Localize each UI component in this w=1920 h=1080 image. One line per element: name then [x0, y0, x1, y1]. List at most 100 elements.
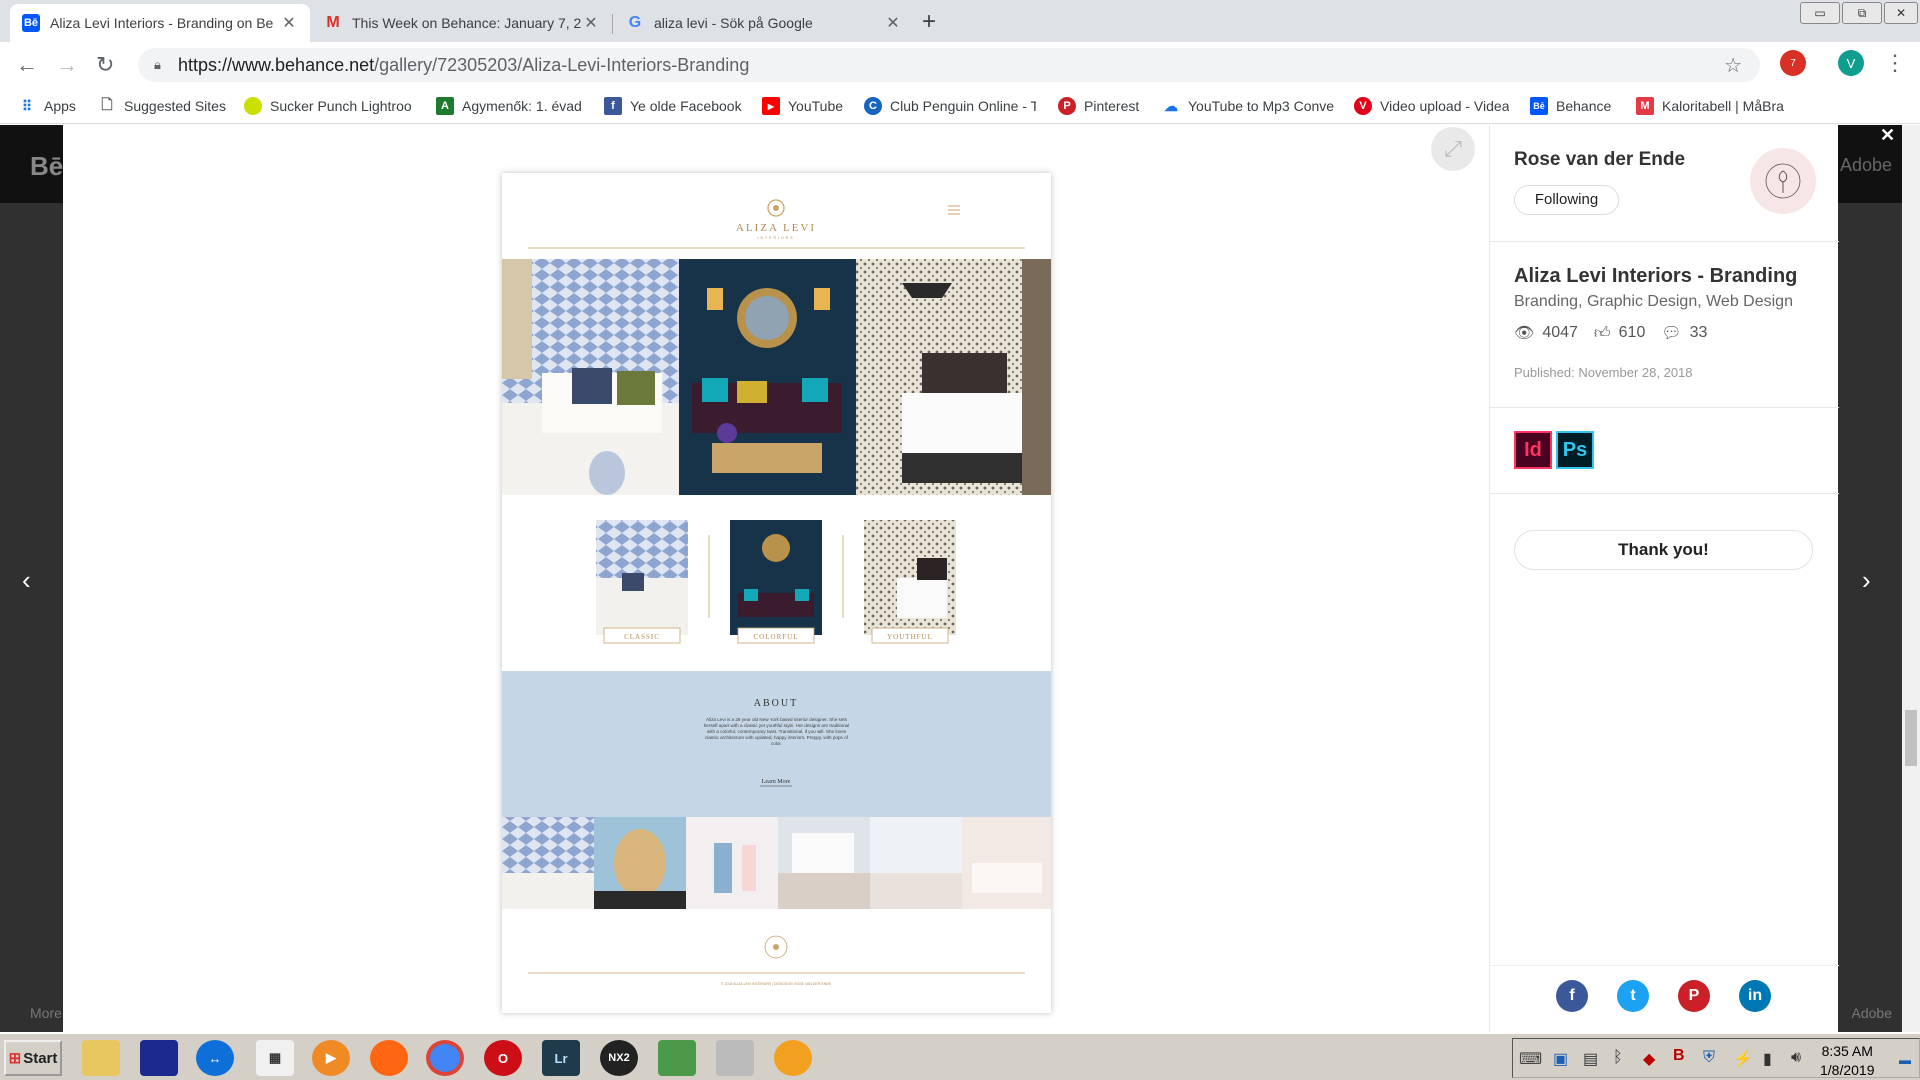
antivirus-icon[interactable]: ◆ — [1643, 1049, 1655, 1069]
notification-icon[interactable]: ▬ — [1899, 1053, 1911, 1067]
display-icon[interactable]: ▤ — [1583, 1049, 1598, 1069]
bookmark-club-penguin[interactable]: C Club Penguin Online - T — [864, 97, 1036, 115]
bookmark-pinterest[interactable]: P Pinterest — [1058, 97, 1139, 115]
windows-taskbar: ⊞ Start ↔ ▦ ▶ O Lr NX2 ⌨ ▣ ▤ ᛒ ◆ B ⛨ ⚡ ▮ … — [0, 1032, 1920, 1080]
appreciations-count: 610 — [1618, 324, 1646, 341]
bookmark-apps[interactable]: ⠿ Apps — [18, 97, 76, 115]
thank-you-button[interactable]: Thank you! — [1514, 530, 1813, 570]
start-button[interactable]: ⊞ Start — [4, 1040, 62, 1076]
previous-project-arrow-icon[interactable]: ‹ — [22, 565, 31, 596]
bookmark-label: Behance — [1556, 98, 1612, 114]
volume-icon[interactable]: 🔊︎ — [1791, 1049, 1801, 1067]
project-modal: ⤢ ALIZA LEVI INTERIORS CLASSIC COLORFUL … — [63, 125, 1839, 1032]
bookmark-agymenok[interactable]: A Agymenők: 1. évad — [436, 97, 582, 115]
image-viewer-icon[interactable] — [658, 1040, 696, 1076]
bookmark-mabra[interactable]: M Kaloritabell | MåBra — [1636, 97, 1784, 115]
bookmark-behance[interactable]: Bē Behance — [1530, 97, 1611, 115]
adobe-footer-link: Adobe — [1851, 1005, 1892, 1021]
published-date: Published: November 28, 2018 — [1514, 365, 1693, 380]
twitter-share-icon[interactable]: t — [1617, 980, 1649, 1012]
teamviewer-icon[interactable]: ↔ — [196, 1040, 234, 1076]
clock-date: 1/8/2019 — [1820, 1062, 1875, 1078]
project-fields[interactable]: Branding, Graphic Design, Web Design — [1514, 293, 1793, 311]
reload-icon[interactable]: ↻ — [96, 52, 114, 78]
signal-icon[interactable]: ▮ — [1763, 1049, 1772, 1069]
profile-avatar[interactable]: V — [1838, 50, 1864, 76]
linkedin-share-icon[interactable]: in — [1739, 980, 1771, 1012]
close-modal-icon[interactable]: ✕ — [1880, 125, 1895, 146]
following-button[interactable]: Following — [1514, 185, 1619, 215]
power-icon[interactable]: ⚡ — [1733, 1049, 1753, 1069]
url-host: https://www.behance.net — [178, 55, 375, 75]
learn-more-link: Learn More — [762, 779, 791, 785]
back-arrow-icon[interactable]: ← — [16, 52, 38, 78]
apps-grid-icon: ⠿ — [21, 97, 33, 114]
system-clock[interactable]: 8:35 AM 1/8/2019 — [1820, 1042, 1875, 1080]
media-player-icon[interactable]: ▶ — [312, 1040, 350, 1076]
new-tab-button[interactable]: + — [922, 8, 936, 36]
save-floppy-icon[interactable] — [140, 1040, 178, 1076]
bookmark-videa[interactable]: V Video upload - Videa — [1354, 97, 1509, 115]
website-mockup-graphic: ALIZA LEVI INTERIORS CLASSIC COLORFUL YO… — [502, 199, 1051, 986]
indesign-icon[interactable]: Id — [1514, 431, 1552, 469]
extension-icon[interactable]: 7 — [1780, 50, 1806, 76]
bookmark-sucker-punch[interactable]: Sucker Punch Lightroo — [244, 97, 416, 115]
minimize-button[interactable]: ▭ — [1800, 2, 1840, 24]
address-bar[interactable]: 🔒︎ https://www.behance.net/gallery/72305… — [138, 48, 1760, 82]
close-window-button[interactable]: ✕ — [1884, 2, 1918, 24]
keyboard-icon[interactable]: ⌨ — [1519, 1049, 1542, 1069]
clock-time: 8:35 AM — [1821, 1043, 1873, 1059]
owner-avatar[interactable] — [1750, 148, 1816, 214]
bookmark-star-icon[interactable]: ☆ — [1724, 53, 1742, 78]
url-text[interactable]: https://www.behance.net/gallery/72305203… — [178, 55, 749, 76]
bookmark-label: Sucker Punch Lightroo — [270, 98, 412, 114]
file-explorer-icon[interactable] — [82, 1040, 120, 1076]
firefox-icon[interactable] — [370, 1040, 408, 1076]
nx2-icon[interactable]: NX2 — [600, 1040, 638, 1076]
paint-icon[interactable] — [774, 1040, 812, 1076]
bitdefender-icon[interactable]: B — [1673, 1047, 1685, 1065]
tab-google-search[interactable]: G aliza levi - Sök på Google ✕ — [614, 4, 914, 42]
facebook-share-icon[interactable]: f — [1556, 980, 1588, 1012]
restore-button[interactable]: ⧉ — [1842, 2, 1882, 24]
rose-logo-icon — [1765, 163, 1801, 199]
tab-this-week-behance[interactable]: M This Week on Behance: January 7, 2 ✕ — [312, 4, 612, 42]
lock-icon[interactable]: 🔒︎ — [154, 57, 161, 73]
gmail-favicon-icon: M — [326, 14, 340, 31]
club-penguin-icon: C — [864, 97, 882, 115]
bluetooth-icon[interactable]: ᛒ — [1613, 1049, 1623, 1067]
behance-favicon-icon: Bē — [22, 14, 40, 32]
camera-icon[interactable] — [716, 1040, 754, 1076]
network-icon[interactable]: ▣ — [1553, 1049, 1568, 1069]
pinterest-share-icon[interactable]: P — [1678, 980, 1710, 1012]
close-tab-icon[interactable]: ✕ — [582, 13, 600, 33]
shield-icon[interactable]: ⛨ — [1703, 1049, 1715, 1067]
scrollbar-thumb[interactable] — [1905, 710, 1917, 766]
opera-icon[interactable]: O — [484, 1040, 522, 1076]
calendar-icon[interactable]: ▦ — [256, 1040, 294, 1076]
google-favicon-icon: G — [628, 14, 642, 31]
project-image[interactable]: ALIZA LEVI INTERIORS CLASSIC COLORFUL YO… — [502, 173, 1051, 1013]
bookmark-label: Ye olde Facebook — [630, 98, 742, 114]
tab-title: aliza levi - Sök på Google — [654, 15, 813, 31]
owner-name[interactable]: Rose van der Ende — [1514, 149, 1685, 171]
lightroom-app-icon[interactable]: Lr — [542, 1040, 580, 1076]
divider — [1490, 965, 1839, 966]
mockup-menu-icon — [948, 205, 960, 215]
bookmark-suggested-sites[interactable]: 🗋︎ Suggested Sites — [98, 97, 226, 115]
close-tab-icon[interactable]: ✕ — [884, 13, 902, 33]
page-scrollbar[interactable] — [1902, 125, 1920, 1032]
forward-arrow-icon[interactable]: → — [56, 52, 78, 78]
chrome-icon[interactable] — [426, 1040, 464, 1076]
style-label-youthful: YOUTHFUL — [887, 633, 933, 641]
bookmark-youtube[interactable]: ▶ YouTube — [762, 97, 843, 115]
bookmark-youtube-mp3[interactable]: ☁ YouTube to Mp3 Conve — [1162, 97, 1334, 115]
youtube-icon: ▶ — [762, 97, 780, 115]
bookmark-facebook[interactable]: f Ye olde Facebook — [604, 97, 742, 115]
menu-dots-icon[interactable]: ⋮ — [1884, 50, 1906, 76]
photoshop-icon[interactable]: Ps — [1556, 431, 1594, 469]
expand-fullscreen-icon[interactable]: ⤢ — [1431, 127, 1475, 171]
close-tab-icon[interactable]: ✕ — [280, 13, 298, 33]
tab-aliza-levi[interactable]: Bē Aliza Levi Interiors - Branding on Be… — [10, 4, 310, 42]
next-project-arrow-icon[interactable]: › — [1862, 565, 1871, 596]
